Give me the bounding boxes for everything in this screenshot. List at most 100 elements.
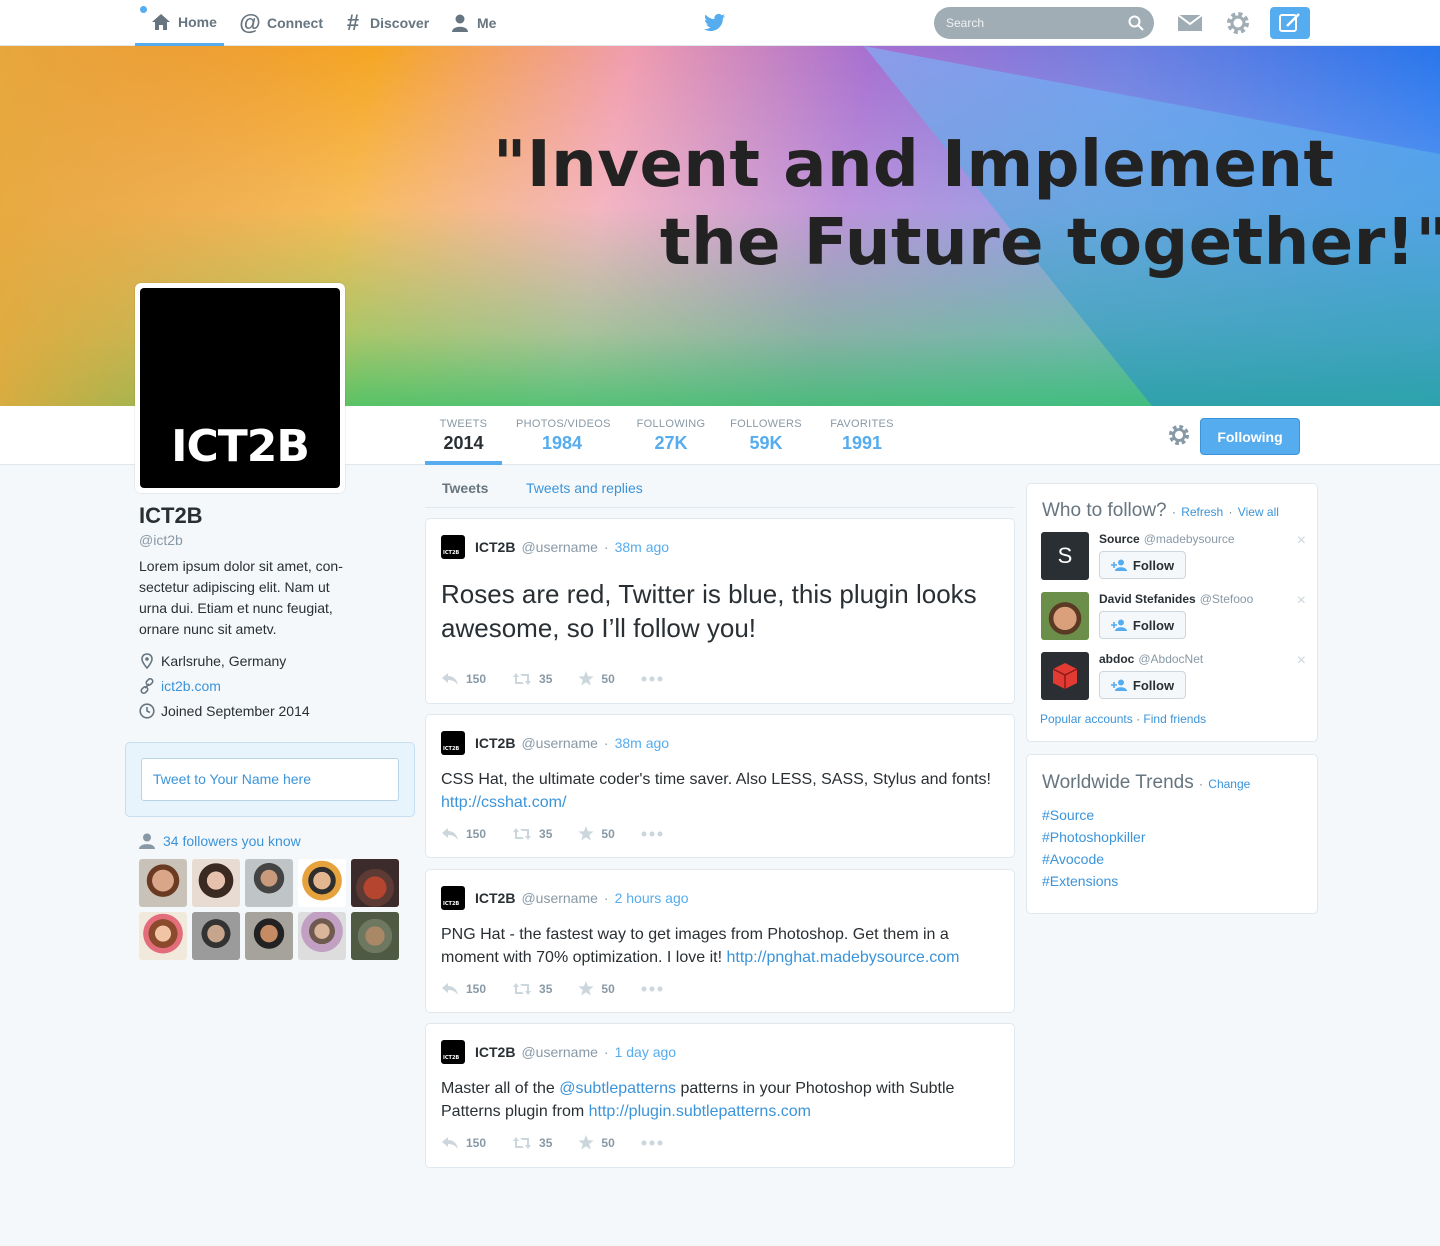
retweet-count: 35 <box>539 1135 553 1150</box>
search-input[interactable] <box>934 7 1154 39</box>
tweet-time[interactable]: 38m ago <box>615 735 669 751</box>
tweet-body: Master all of the <box>441 1080 555 1097</box>
trend-item[interactable]: #Extensions <box>1042 873 1118 889</box>
stat-following[interactable]: FOLLOWING 27K <box>636 406 706 465</box>
suggestion-name[interactable]: David Stefanides @Stefooo <box>1099 592 1253 606</box>
suggestion-avatar[interactable] <box>1041 652 1089 700</box>
stat-tweets[interactable]: TWEETS 2014 <box>425 406 502 465</box>
follower-avatar[interactable] <box>245 859 293 907</box>
twitter-bird-icon[interactable] <box>704 12 726 34</box>
reply-action[interactable]: 150 <box>441 1136 486 1150</box>
tweet-author-handle[interactable]: @username <box>521 539 597 555</box>
tweet-author-name[interactable]: ICT2B <box>475 890 515 906</box>
followers-you-know[interactable]: 34 followers you know <box>139 833 301 849</box>
suggestion-avatar[interactable] <box>1041 592 1089 640</box>
tweet-author-handle[interactable]: @username <box>521 890 597 906</box>
settings-gear-icon[interactable] <box>1225 10 1251 36</box>
suggestion-avatar[interactable]: S <box>1041 532 1089 580</box>
stat-followers[interactable]: FOLLOWERS 59K <box>730 406 802 465</box>
reply-action[interactable]: 150 <box>441 827 486 841</box>
nav-home[interactable]: Home <box>135 0 224 46</box>
more-action[interactable] <box>641 1140 663 1146</box>
retweet-action[interactable]: 35 <box>512 982 552 996</box>
tweet-time[interactable]: 2 hours ago <box>615 890 689 906</box>
tweet-author-handle[interactable]: @username <box>521 735 597 751</box>
website-link[interactable]: ict2b.com <box>161 678 221 694</box>
tweet-author-handle[interactable]: @username <box>521 1044 597 1060</box>
more-action[interactable] <box>641 676 663 682</box>
stat-label: FOLLOWERS <box>730 418 802 430</box>
follower-avatar[interactable] <box>192 859 240 907</box>
follower-avatar[interactable] <box>139 912 187 960</box>
retweet-action[interactable]: 35 <box>512 672 552 686</box>
more-action[interactable] <box>641 831 663 837</box>
dismiss-close-icon[interactable]: × <box>1297 652 1306 670</box>
tweet-avatar[interactable]: ICT2B <box>441 731 465 755</box>
tweet-time[interactable]: 38m ago <box>615 539 669 555</box>
tweet-avatar[interactable]: ICT2B <box>441 1040 465 1064</box>
stat-photos-videos[interactable]: PHOTOS/VIDEOS 1984 <box>516 406 610 465</box>
trend-item[interactable]: #Avocode <box>1042 851 1104 867</box>
tweet-author-name[interactable]: ICT2B <box>475 1044 515 1060</box>
follower-avatar[interactable] <box>245 912 293 960</box>
tweet-card[interactable]: ICT2B ICT2B @username · 2 hours ago PNG … <box>425 869 1015 1013</box>
stat-value: 1984 <box>541 433 583 453</box>
more-action[interactable] <box>641 986 663 992</box>
tab-tweets[interactable]: Tweets <box>442 480 488 496</box>
retweet-action[interactable]: 35 <box>512 1136 552 1150</box>
nav-me[interactable]: Me <box>449 0 496 46</box>
tweet-author-name[interactable]: ICT2B <box>475 735 515 751</box>
suggestion-name[interactable]: Source @madebysource <box>1099 532 1235 546</box>
follow-button[interactable]: Follow <box>1099 551 1186 579</box>
tweet-card[interactable]: ICT2B ICT2B @username · 38m ago CSS Hat,… <box>425 714 1015 858</box>
reply-action[interactable]: 150 <box>441 982 486 996</box>
reply-icon <box>442 982 458 995</box>
messages-icon[interactable] <box>1177 10 1203 36</box>
tweet-link[interactable]: http://pnghat.madebysource.com <box>726 949 959 966</box>
trend-item[interactable]: #Photoshopkiller <box>1042 829 1146 845</box>
favorite-action[interactable]: 50 <box>578 981 615 996</box>
follow-button[interactable]: Follow <box>1099 611 1186 639</box>
tweet-avatar-text: ICT2B <box>443 901 460 907</box>
follower-avatar[interactable] <box>298 859 346 907</box>
tweet-card[interactable]: ICT2B ICT2B @username · 1 day ago Master… <box>425 1023 1015 1168</box>
reply-action[interactable]: 150 <box>441 672 486 686</box>
follow-button[interactable]: Follow <box>1099 671 1186 699</box>
tweet-author-name[interactable]: ICT2B <box>475 539 515 555</box>
stat-favorites[interactable]: FAVORITES 1991 <box>830 406 894 465</box>
tweet-card[interactable]: ICT2B ICT2B @username · 38m ago Roses ar… <box>425 518 1015 704</box>
tab-tweets-and-replies[interactable]: Tweets and replies <box>526 480 643 496</box>
tweet-to-input[interactable]: Tweet to Your Name here <box>141 758 399 801</box>
search-icon[interactable] <box>1128 15 1144 31</box>
tweet-mention[interactable]: @subtlepatterns <box>559 1080 676 1097</box>
dismiss-close-icon[interactable]: × <box>1297 532 1306 550</box>
tweet-link[interactable]: http://csshat.com/ <box>441 794 566 811</box>
favorite-action[interactable]: 50 <box>578 1135 615 1150</box>
trend-item[interactable]: #Source <box>1042 807 1094 823</box>
suggestion-name[interactable]: abdoc @AbdocNet <box>1099 652 1203 666</box>
tweet-avatar[interactable]: ICT2B <box>441 886 465 910</box>
follower-avatar[interactable] <box>192 912 240 960</box>
follower-avatar[interactable] <box>298 912 346 960</box>
popular-accounts-link[interactable]: Popular accounts <box>1040 712 1133 726</box>
nav-connect[interactable]: @ Connect <box>239 0 323 46</box>
follower-avatar[interactable] <box>351 912 399 960</box>
change-trends-link[interactable]: Change <box>1208 777 1250 791</box>
tweet-avatar[interactable]: ICT2B <box>441 535 465 559</box>
profile-avatar[interactable]: ICT2B <box>135 283 345 493</box>
refresh-link[interactable]: Refresh <box>1181 505 1223 519</box>
view-all-link[interactable]: View all <box>1238 505 1279 519</box>
find-friends-link[interactable]: Find friends <box>1143 712 1206 726</box>
follower-avatar[interactable] <box>351 859 399 907</box>
tweet-time[interactable]: 1 day ago <box>615 1044 677 1060</box>
tweet-link[interactable]: http://plugin.subtlepatterns.com <box>589 1103 811 1120</box>
nav-discover[interactable]: # Discover <box>342 0 429 46</box>
dismiss-close-icon[interactable]: × <box>1297 592 1306 610</box>
follower-avatar[interactable] <box>139 859 187 907</box>
profile-settings-gear-icon[interactable] <box>1168 424 1190 446</box>
favorite-action[interactable]: 50 <box>578 671 615 686</box>
compose-tweet-button[interactable] <box>1270 7 1310 39</box>
following-button[interactable]: Following <box>1200 418 1300 455</box>
retweet-action[interactable]: 35 <box>512 827 552 841</box>
favorite-action[interactable]: 50 <box>578 826 615 841</box>
